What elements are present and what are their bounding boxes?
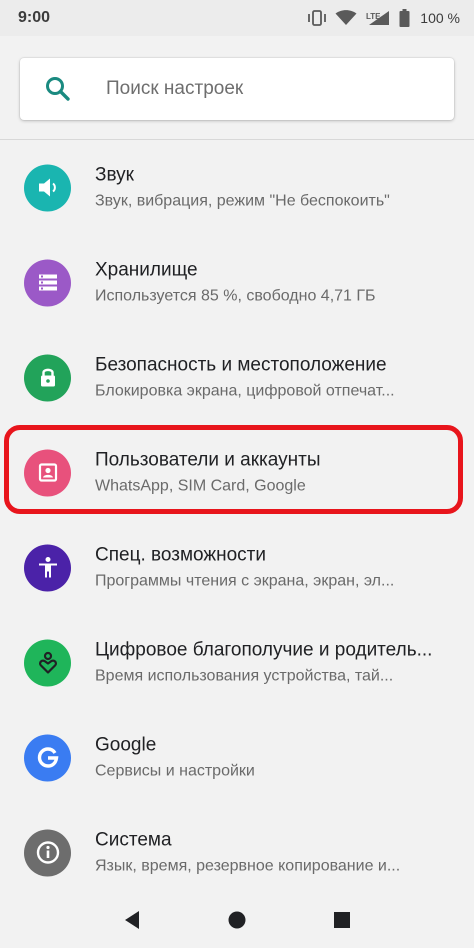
settings-item-wellbeing[interactable]: Цифровое благополучие и родитель... Врем… (0, 615, 474, 710)
settings-item-system[interactable]: Система Язык, время, резервное копирован… (0, 805, 474, 900)
settings-item-text: Спец. возможности Программы чтения с экр… (95, 543, 454, 592)
settings-item-title: Система (95, 829, 172, 850)
svg-text:LTE: LTE (366, 12, 381, 21)
lock-icon (24, 354, 71, 401)
settings-item-title: Пользователи и аккаунты (95, 449, 321, 470)
google-icon (24, 734, 71, 781)
settings-item-text: Хранилище Используется 85 %, свободно 4,… (95, 258, 454, 307)
search-area: Поиск настроек (0, 36, 474, 140)
settings-item-title: Цифровое благополучие и родитель... (95, 639, 433, 660)
settings-item-storage[interactable]: Хранилище Используется 85 %, свободно 4,… (0, 235, 474, 330)
settings-item-text: Система Язык, время, резервное копирован… (95, 828, 454, 877)
settings-item-subtitle: Программы чтения с экрана, экран, эл... (95, 572, 395, 589)
settings-item-security[interactable]: Безопасность и местоположение Блокировка… (0, 330, 474, 425)
settings-item-title: Спец. возможности (95, 544, 266, 565)
volume-icon (24, 164, 71, 211)
status-time: 9:00 (18, 9, 51, 26)
settings-item-title: Хранилище (95, 259, 198, 280)
wifi-icon (335, 10, 357, 26)
settings-item-subtitle: Звук, вибрация, режим "Не беспокоить" (95, 192, 390, 209)
settings-item-title: Безопасность и местоположение (95, 354, 387, 375)
settings-item-subtitle: Время использования устройства, тай... (95, 667, 394, 684)
wellbeing-icon (24, 639, 71, 686)
search-input[interactable]: Поиск настроек (20, 58, 454, 120)
status-icons: LTE 100 % (307, 9, 460, 27)
storage-icon (24, 259, 71, 306)
settings-item-text: Google Сервисы и настройки (95, 733, 454, 782)
settings-item-title: Звук (95, 164, 134, 185)
vibrate-icon (307, 10, 327, 26)
settings-item-text: Безопасность и местоположение Блокировка… (95, 353, 454, 402)
settings-item-subtitle: Блокировка экрана, цифровой отпечат... (95, 382, 395, 399)
battery-percent: 100 % (420, 10, 460, 26)
back-icon[interactable] (112, 900, 152, 940)
settings-item-text: Пользователи и аккаунты WhatsApp, SIM Ca… (95, 448, 454, 497)
settings-list: Звук Звук, вибрация, режим "Не беспокоит… (0, 140, 474, 900)
settings-item-sound[interactable]: Звук Звук, вибрация, режим "Не беспокоит… (0, 140, 474, 235)
status-bar: 9:00 LTE 100 % (0, 0, 474, 36)
settings-item-subtitle: WhatsApp, SIM Card, Google (95, 477, 306, 494)
recents-icon[interactable] (322, 900, 362, 940)
settings-item-subtitle: Сервисы и настройки (95, 762, 255, 779)
settings-item-text: Звук Звук, вибрация, режим "Не беспокоит… (95, 163, 454, 212)
accessibility-icon (24, 544, 71, 591)
home-icon[interactable] (217, 900, 257, 940)
settings-item-google[interactable]: Google Сервисы и настройки (0, 710, 474, 805)
settings-item-subtitle: Используется 85 %, свободно 4,71 ГБ (95, 287, 376, 304)
settings-item-text: Цифровое благополучие и родитель... Врем… (95, 638, 454, 687)
search-placeholder: Поиск настроек (106, 78, 244, 99)
settings-item-accessibility[interactable]: Спец. возможности Программы чтения с экр… (0, 520, 474, 615)
settings-item-title: Google (95, 734, 157, 755)
settings-item-accounts[interactable]: Пользователи и аккаунты WhatsApp, SIM Ca… (0, 425, 474, 520)
navigation-bar (0, 892, 474, 948)
search-icon (44, 75, 72, 103)
settings-item-subtitle: Язык, время, резервное копирование и... (95, 857, 401, 874)
signal-lte-icon: LTE (365, 10, 391, 26)
info-icon (24, 829, 71, 876)
account-icon (24, 449, 71, 496)
battery-icon (399, 9, 410, 27)
